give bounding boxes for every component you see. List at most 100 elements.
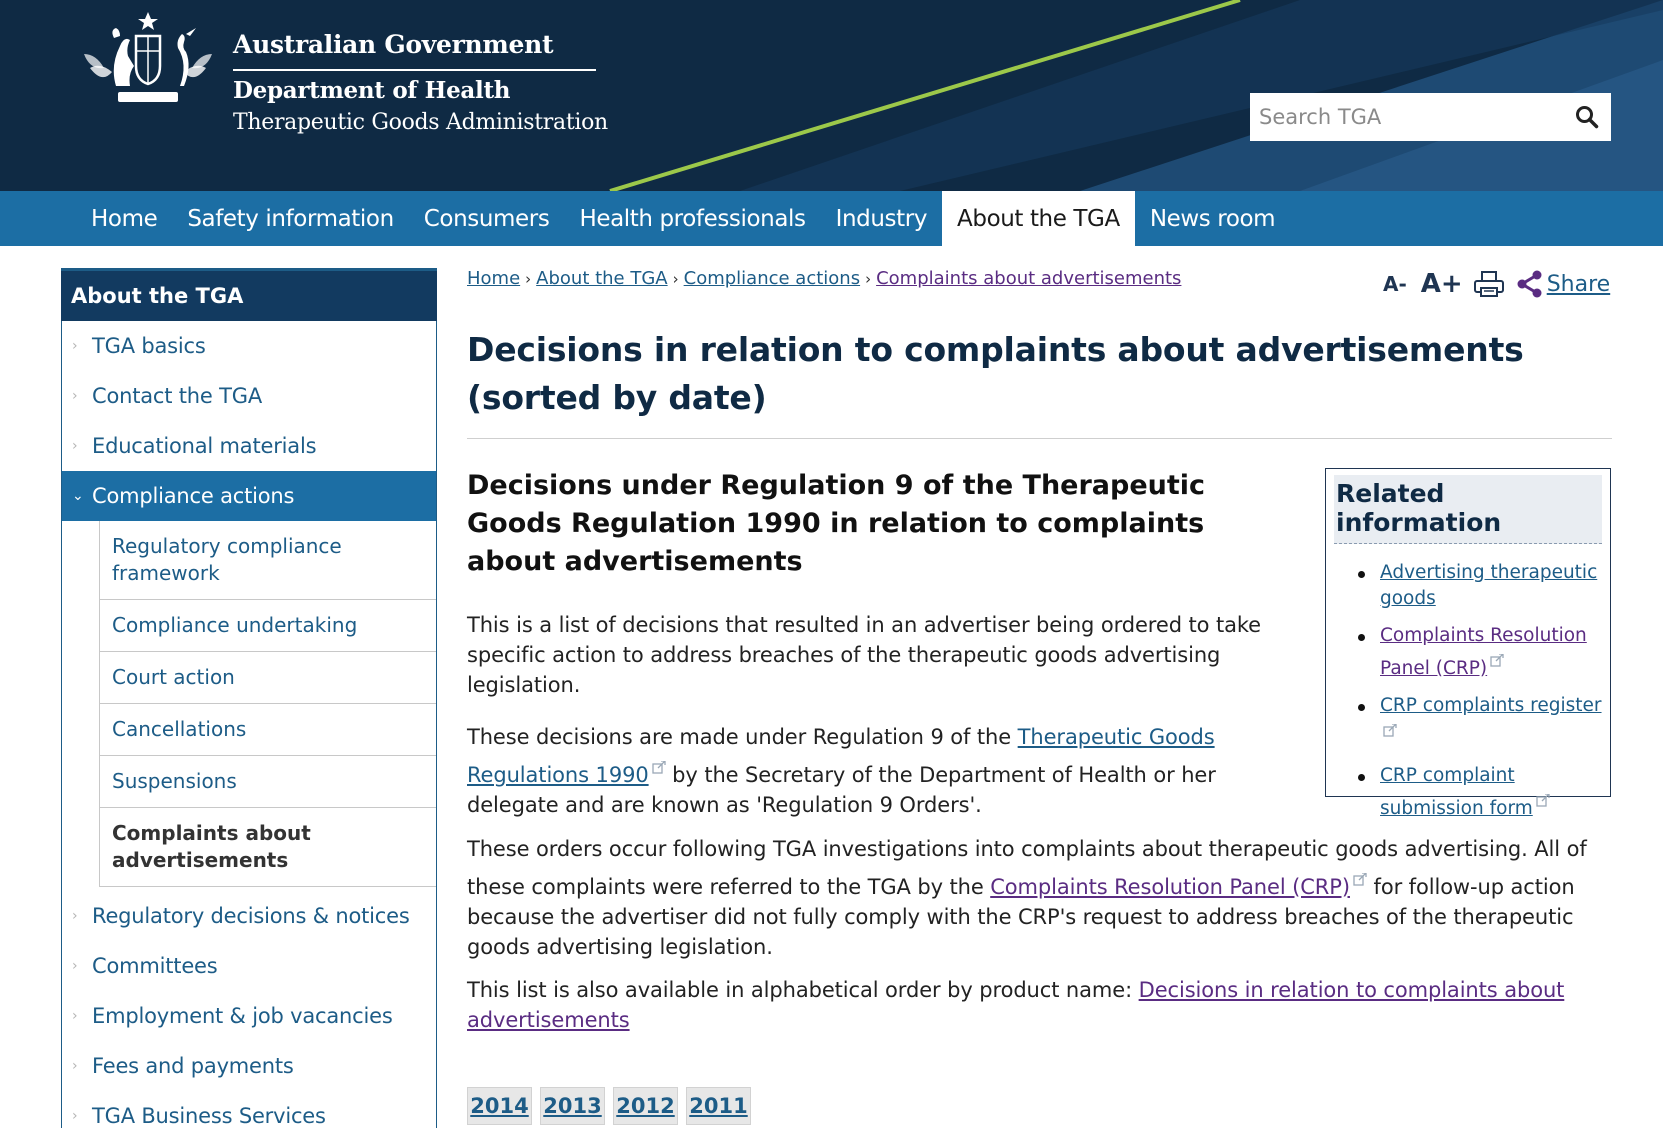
print-button[interactable] bbox=[1473, 270, 1505, 298]
chevron-right-icon: › bbox=[72, 908, 78, 924]
nav-item-health-professionals[interactable]: Health professionals bbox=[564, 191, 820, 246]
sidebar-title: About the TGA bbox=[61, 268, 437, 321]
complaints-resolution-panel-link[interactable]: Complaints Resolution Panel (CRP) bbox=[990, 875, 1350, 899]
sidebar-items-before: › TGA basics › Contact the TGA › Educational … bbox=[62, 321, 436, 471]
related-link-advertising-therapeutic-goods[interactable]: Advertising therapeutic goods bbox=[1380, 562, 1597, 609]
paragraph-text: These decisions are made under Regulatio… bbox=[467, 725, 1018, 749]
font-decrease-button[interactable]: A- bbox=[1383, 272, 1407, 296]
chevron-right-icon: › bbox=[72, 388, 78, 404]
sidebar-item-committees[interactable]: › Committees bbox=[62, 941, 436, 991]
sidebar-subitem-compliance-undertaking[interactable]: Compliance undertaking bbox=[99, 600, 436, 652]
regulation-paragraph: These decisions are made under Regulatio… bbox=[467, 722, 1267, 820]
related-list-item: CRP complaint submission form bbox=[1356, 763, 1610, 822]
main-navigation: Home Safety information Consumers Health pr… bbox=[0, 191, 1663, 246]
bullet-icon bbox=[1358, 704, 1365, 712]
chevron-right-icon: › bbox=[72, 438, 78, 454]
related-list-item: Advertising therapeutic goods bbox=[1356, 560, 1610, 612]
related-list-item: CRP complaints register bbox=[1356, 693, 1610, 752]
sidebar-item-label: Regulatory decisions & notices bbox=[92, 904, 410, 928]
header-divider bbox=[233, 69, 596, 71]
agency-name: Therapeutic Goods Administration bbox=[233, 110, 608, 135]
year-tab-2011[interactable]: 2011 bbox=[686, 1087, 751, 1125]
year-tab-2014[interactable]: 2014 bbox=[467, 1087, 532, 1125]
sidebar-item-label: Contact the TGA bbox=[92, 384, 262, 408]
magnifier-icon bbox=[1576, 106, 1599, 129]
sidebar-item-fees-and-payments[interactable]: › Fees and payments bbox=[62, 1041, 436, 1091]
related-link-crp-complaints-register[interactable]: CRP complaints register bbox=[1380, 695, 1602, 716]
breadcrumb-link-home[interactable]: Home bbox=[467, 268, 520, 289]
department-name: Department of Health bbox=[233, 77, 511, 104]
search-button[interactable] bbox=[1563, 93, 1611, 141]
chevron-right-icon: › bbox=[72, 1008, 78, 1024]
external-link-icon bbox=[1353, 864, 1367, 894]
related-links-list: Advertising therapeutic goods Complaints … bbox=[1356, 560, 1610, 822]
breadcrumb: Home › About the TGA › Compliance actions › Co… bbox=[467, 268, 1181, 289]
nav-item-industry[interactable]: Industry bbox=[821, 191, 942, 246]
external-link-icon bbox=[1536, 789, 1550, 815]
sidebar-item-tga-basics[interactable]: › TGA basics bbox=[62, 321, 436, 371]
nav-item-safety-information[interactable]: Safety information bbox=[172, 191, 408, 246]
related-information-heading: Related information bbox=[1334, 475, 1602, 544]
external-link-icon bbox=[1490, 649, 1504, 675]
sidebar-subitem-regulatory-compliance-framework[interactable]: Regulatory compliance framework bbox=[99, 521, 436, 600]
chevron-right-icon: › bbox=[72, 1108, 78, 1124]
section-heading: Decisions under Regulation 9 of the Ther… bbox=[467, 470, 1206, 577]
paragraph-text: This list is also available in alphabeti… bbox=[467, 978, 1139, 1002]
sidebar-subitem-complaints-about-advertisements[interactable]: Complaints about advertisements bbox=[99, 808, 436, 887]
nav-list: Home Safety information Consumers Health pr… bbox=[76, 191, 1290, 246]
nav-item-about-the-tga[interactable]: About the TGA bbox=[942, 191, 1135, 246]
share-button[interactable]: Share bbox=[1517, 270, 1611, 298]
search-input[interactable] bbox=[1250, 93, 1560, 141]
related-information-box: Related information Advertising therapeu… bbox=[1325, 468, 1611, 819]
breadcrumb-link-about-the-tga[interactable]: About the TGA bbox=[536, 268, 667, 289]
breadcrumb-separator: › bbox=[865, 270, 872, 288]
year-tabs: 2014 2013 2012 2011 bbox=[467, 1087, 759, 1125]
intro-paragraph: This is a list of decisions that resulte… bbox=[467, 613, 1261, 697]
breadcrumb-separator: › bbox=[672, 270, 679, 288]
bullet-icon bbox=[1358, 774, 1365, 782]
sidebar-sub-list: Regulatory compliance framework Complianc… bbox=[99, 521, 436, 887]
government-name: Australian Government bbox=[233, 30, 554, 59]
site-header: Australian Government Department of Heal… bbox=[0, 0, 1663, 191]
bullet-icon bbox=[1358, 571, 1365, 578]
sidebar-item-label: Compliance actions bbox=[92, 484, 295, 508]
sidebar-subitem-suspensions[interactable]: Suspensions bbox=[99, 756, 436, 808]
page-tools: A- A+ Share bbox=[1383, 269, 1610, 299]
year-tab-2013[interactable]: 2013 bbox=[540, 1087, 605, 1125]
sidebar-item-regulatory-decisions-and-notices[interactable]: › Regulatory decisions & notices bbox=[62, 891, 436, 941]
nav-item-consumers[interactable]: Consumers bbox=[409, 191, 565, 246]
year-tab-2012[interactable]: 2012 bbox=[613, 1087, 678, 1125]
related-list-item: Complaints Resolution Panel (CRP) bbox=[1356, 623, 1610, 682]
breadcrumb-link-compliance-actions[interactable]: Compliance actions bbox=[684, 268, 860, 289]
search-box bbox=[1250, 93, 1611, 141]
chevron-right-icon: › bbox=[72, 958, 78, 974]
breadcrumb-link-complaints-about-advertisements[interactable]: Complaints about advertisements bbox=[876, 268, 1181, 289]
breadcrumb-separator: › bbox=[525, 270, 532, 288]
sidebar-item-label: Employment & job vacancies bbox=[92, 1004, 393, 1028]
sidebar-item-label: TGA basics bbox=[92, 334, 206, 358]
printer-icon bbox=[1473, 271, 1504, 297]
bullet-icon bbox=[1358, 634, 1365, 641]
sidebar-item-compliance-actions[interactable]: ⌄ Compliance actions bbox=[62, 471, 436, 521]
nav-item-home[interactable]: Home bbox=[76, 191, 172, 246]
external-link-icon bbox=[1383, 719, 1397, 745]
sidebar-item-employment-and-job-vacancies[interactable]: › Employment & job vacancies bbox=[62, 991, 436, 1041]
alphabetical-paragraph: This list is also available in alphabeti… bbox=[467, 975, 1617, 1035]
related-link-crp-complaint-submission-form[interactable]: CRP complaint submission form bbox=[1380, 765, 1533, 819]
sidebar-subitem-cancellations[interactable]: Cancellations bbox=[99, 704, 436, 756]
investigations-paragraph: These orders occur following TGA investi… bbox=[467, 834, 1617, 962]
sidebar-item-contact-the-tga[interactable]: › Contact the TGA bbox=[62, 371, 436, 421]
sidebar-item-educational-materials[interactable]: › Educational materials bbox=[62, 421, 436, 471]
page-title: Decisions in relation to complaints abou… bbox=[467, 330, 1524, 417]
sidebar-items-after: › Regulatory decisions & notices › Committe… bbox=[62, 891, 436, 1128]
sidebar: About the TGA › TGA basics › Contact the TG… bbox=[61, 268, 437, 1128]
font-increase-button[interactable]: A+ bbox=[1421, 269, 1463, 299]
chevron-right-icon: › bbox=[72, 1058, 78, 1074]
related-link-complaints-resolution-panel-crp[interactable]: Complaints Resolution Panel (CRP) bbox=[1380, 625, 1587, 679]
sidebar-subitem-court-action[interactable]: Court action bbox=[99, 652, 436, 704]
sidebar-item-label: Fees and payments bbox=[92, 1054, 294, 1078]
sidebar-item-tga-business-services[interactable]: › TGA Business Services bbox=[62, 1091, 436, 1128]
share-label: Share bbox=[1546, 271, 1611, 297]
sidebar-item-label: Educational materials bbox=[92, 434, 317, 458]
nav-item-news-room[interactable]: News room bbox=[1135, 191, 1290, 246]
